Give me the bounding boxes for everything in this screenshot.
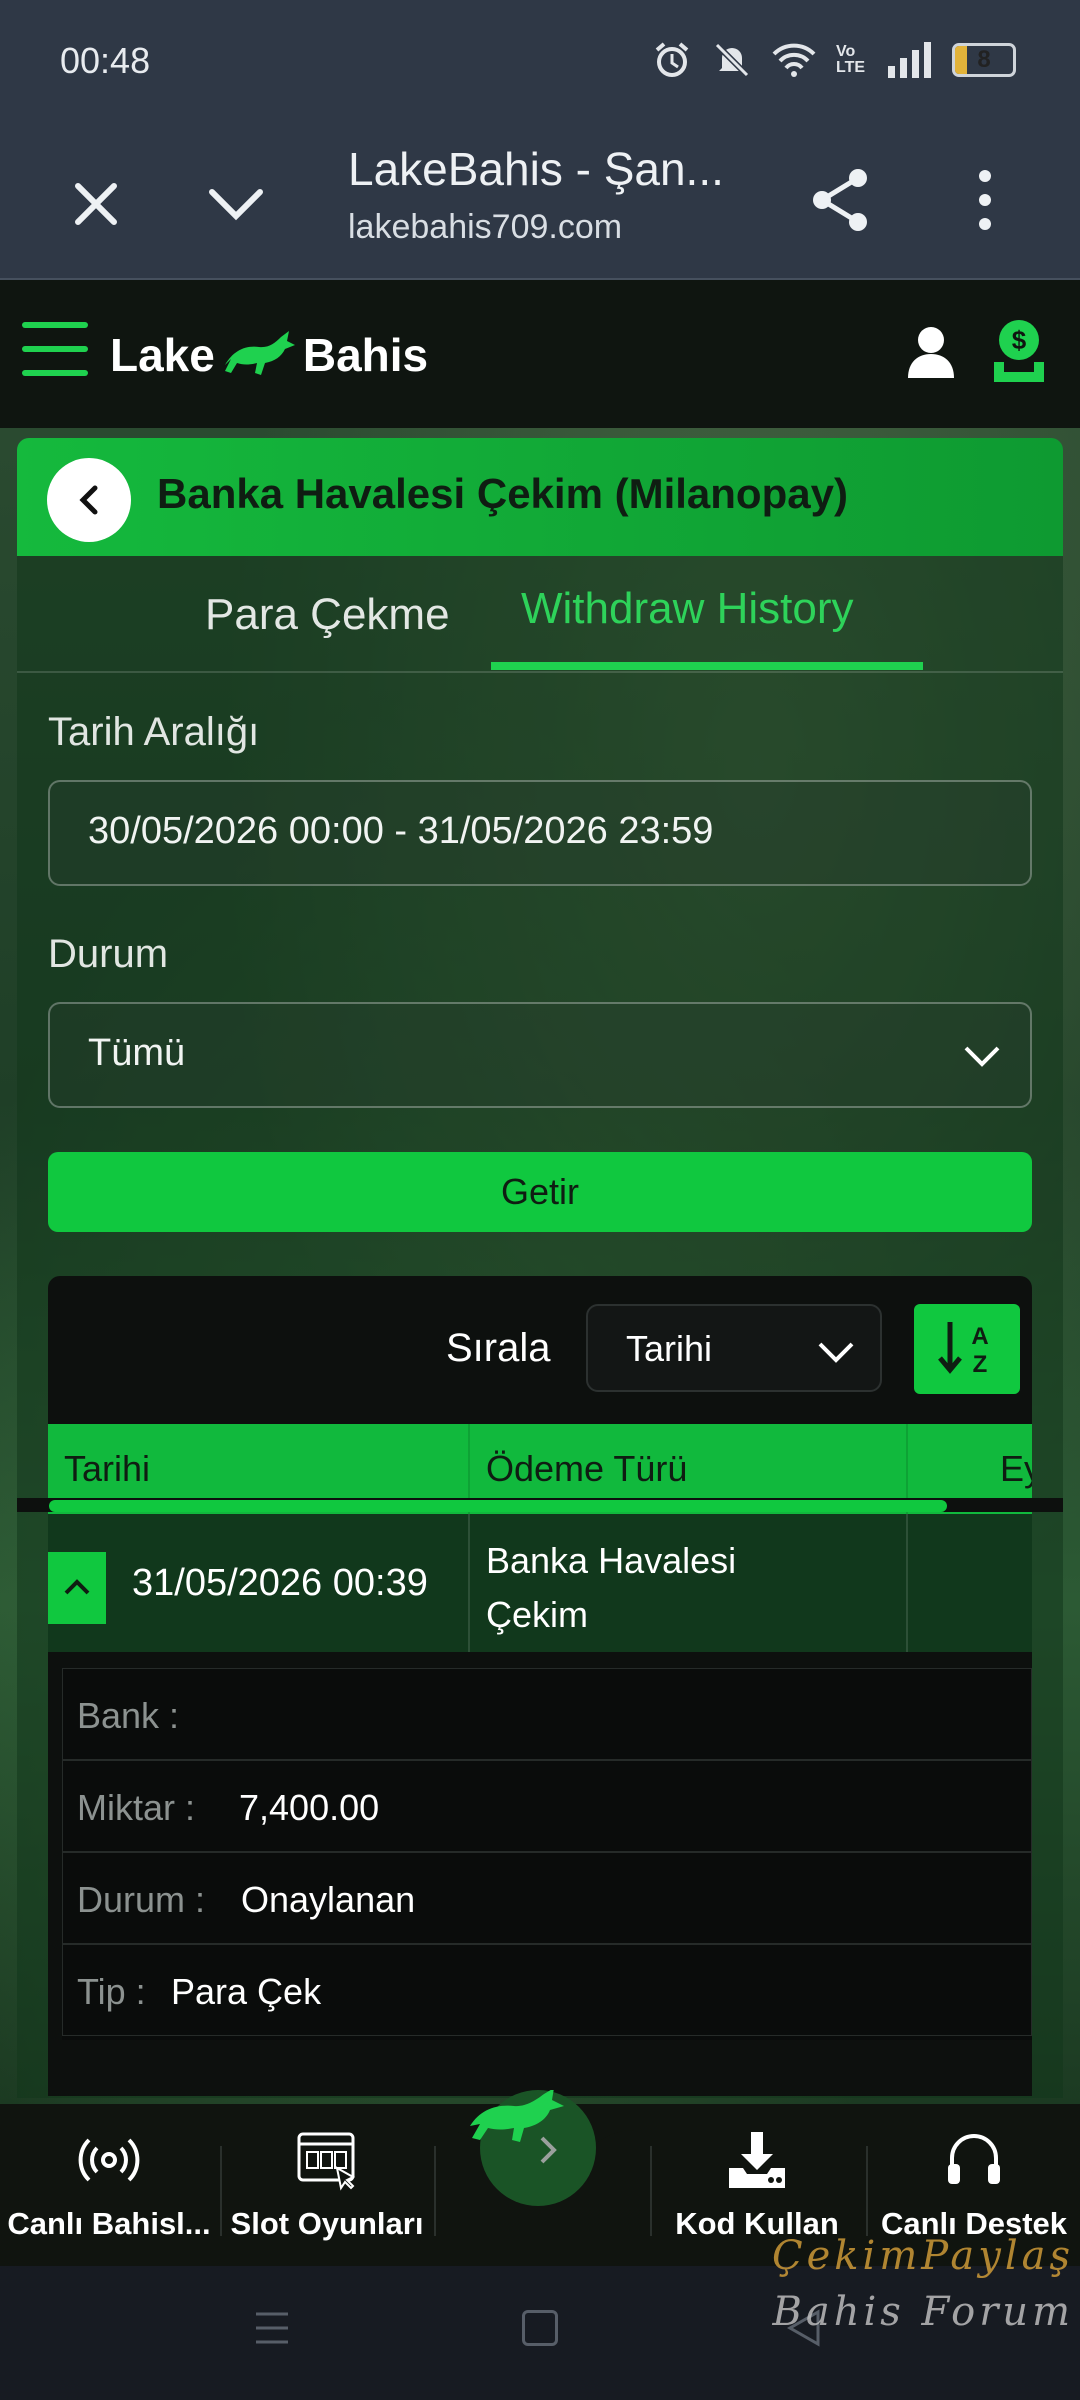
battery-icon: 8 <box>952 43 1016 77</box>
withdraw-panel: Banka Havalesi Çekim (Milanopay) Para Çe… <box>17 438 1063 2098</box>
horizontal-scrollbar-thumb[interactable] <box>49 1500 947 1512</box>
detail-key: Miktar : <box>77 1787 196 1828</box>
sort-label: Sırala <box>446 1326 551 1370</box>
slot-machine-icon <box>297 2132 356 2191</box>
alarm-icon <box>655 42 689 77</box>
tab-withdraw-history[interactable]: Withdraw History <box>521 584 921 650</box>
chevron-right-icon <box>540 2136 557 2164</box>
svg-text:Z: Z <box>973 1351 988 1378</box>
status-select[interactable]: Tümü <box>48 1002 1032 1108</box>
watermark-line2: Bahis Forum <box>772 2289 1074 2335</box>
submit-button[interactable]: Getir <box>48 1152 1032 1232</box>
detail-key: Bank : <box>77 1695 180 1736</box>
deposit-money-icon[interactable]: $ <box>984 316 1054 388</box>
watermark-line1: ÇekimPaylaş <box>772 2233 1074 2279</box>
detail-value: Onaylanan <box>241 1879 416 1920</box>
logo-text-left: Lake <box>110 329 215 381</box>
back-button[interactable] <box>47 458 131 542</box>
chevron-up-icon <box>64 1579 90 1595</box>
column-header-payment-type[interactable]: Ödeme Türü <box>486 1448 687 1490</box>
live-broadcast-icon <box>78 2138 140 2182</box>
nav-live-betting[interactable]: Canlı Bahisl... <box>0 2128 218 2258</box>
headset-icon <box>948 2134 1000 2184</box>
detail-status: Durum : Onaylanan <box>62 1852 1032 1944</box>
page-title: LakeBahis - Şan... <box>348 143 724 195</box>
nav-slot-games[interactable]: Slot Oyunları <box>222 2128 432 2258</box>
status-label: Durum <box>48 932 169 976</box>
mute-bell-icon <box>714 42 750 78</box>
sort-select[interactable]: Tarihi <box>586 1304 882 1392</box>
logo-text-right: Bahis <box>302 329 429 381</box>
forum-watermark: ÇekimPaylaş Bahis Forum <box>754 2228 1074 2340</box>
detail-key: Durum : <box>77 1879 206 1920</box>
date-range-label: Tarih Aralığı <box>48 710 260 754</box>
nav-label: Slot Oyunları <box>230 2206 424 2241</box>
tab-para-cekme[interactable]: Para Çekme <box>205 590 495 656</box>
menu-icon[interactable] <box>22 322 88 380</box>
row-date: 31/05/2026 00:39 <box>132 1562 428 1604</box>
sort-select-value: Tarihi <box>626 1328 713 1369</box>
status-icons: Vo LTE 8 <box>652 38 1016 82</box>
recent-apps-icon[interactable] <box>252 2306 292 2350</box>
chevron-left-icon <box>79 485 98 515</box>
battery-level: 8 <box>977 46 991 73</box>
bull-logo-icon <box>224 331 295 375</box>
column-divider <box>906 1514 908 1652</box>
site-logo[interactable]: Lake Bahis <box>110 320 428 390</box>
detail-value: 7,400.00 <box>239 1787 380 1828</box>
column-header-date[interactable]: Tarihi <box>64 1448 150 1490</box>
nav-label: Canlı Bahisl... <box>7 2206 211 2241</box>
close-icon[interactable] <box>60 168 132 240</box>
row-details: Bank : Miktar : 7,400.00 Durum : Onaylan… <box>62 1668 1032 2040</box>
download-icon <box>729 2132 785 2188</box>
volte-label: Vo LTE <box>836 43 866 76</box>
detail-type: Tip : Para Çek <box>62 1944 1032 2036</box>
results-card: Sırala Tarihi AZ Tarihi Ödeme Türü Ey 31… <box>48 1276 1032 2096</box>
status-select-value: Tümü <box>88 1032 186 1074</box>
chevron-down-icon <box>818 1342 854 1363</box>
detail-key: Tip : <box>77 1971 146 2012</box>
panel-title: Banka Havalesi Çekim (Milanopay) <box>157 470 848 517</box>
date-range-value: 30/05/2026 00:00 - 31/05/2026 23:59 <box>88 810 714 852</box>
sort-az-icon: AZ <box>938 1322 989 1378</box>
detail-value: Para Çek <box>171 1971 322 2012</box>
home-icon[interactable] <box>522 2310 558 2346</box>
browser-toolbar: LakeBahis - Şan... lakebahis709.com <box>0 122 1080 280</box>
table-row[interactable]: 31/05/2026 00:39 Banka Havalesi Çekim <box>48 1514 1032 1652</box>
column-header-truncated[interactable]: Ey <box>1000 1448 1032 1490</box>
column-divider <box>468 1514 470 1652</box>
nav-divider <box>434 2146 436 2236</box>
chevron-down-icon <box>964 1046 1000 1067</box>
status-time: 00:48 <box>60 40 151 81</box>
user-icon[interactable] <box>900 320 962 382</box>
status-bar: 00:48 Vo LTE 8 <box>0 0 1080 122</box>
detail-bank: Bank : <box>62 1668 1032 1760</box>
sort-order-button[interactable]: AZ <box>914 1304 1020 1394</box>
date-range-field[interactable]: 30/05/2026 00:00 - 31/05/2026 23:59 <box>48 780 1032 886</box>
wifi-icon <box>772 43 816 77</box>
share-icon[interactable] <box>800 160 880 240</box>
tabs-divider <box>17 671 1063 673</box>
page-url[interactable]: lakebahis709.com <box>348 208 622 247</box>
svg-text:A: A <box>971 1323 988 1350</box>
site-header: Lake Bahis $ <box>0 280 1080 428</box>
more-vert-icon[interactable] <box>950 160 1020 240</box>
svg-text:$: $ <box>1012 325 1027 355</box>
active-tab-indicator <box>491 662 923 670</box>
collapse-row-button[interactable] <box>48 1552 106 1624</box>
chevron-down-icon[interactable] <box>200 168 272 240</box>
row-payment-type: Banka Havalesi Çekim <box>486 1540 737 1635</box>
detail-amount: Miktar : 7,400.00 <box>62 1760 1032 1852</box>
panel-header: Banka Havalesi Çekim (Milanopay) <box>17 438 1063 556</box>
signal-icon <box>888 42 931 78</box>
